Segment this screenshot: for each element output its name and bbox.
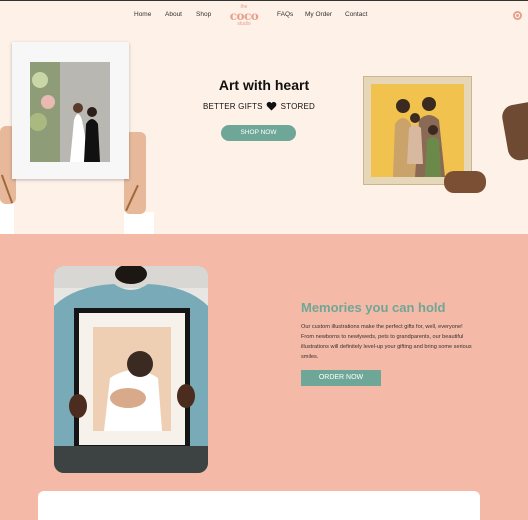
search-icon[interactable] xyxy=(513,11,522,20)
shop-now-button[interactable]: SHOP NOW xyxy=(221,125,296,141)
order-now-button[interactable]: ORDER NOW xyxy=(301,370,381,386)
hand xyxy=(444,171,486,193)
memories-description: Our custom illustrations make the perfec… xyxy=(301,324,472,360)
content-card xyxy=(38,491,480,520)
nav-shop[interactable]: Shop xyxy=(196,11,211,18)
main-nav: Home About Shop the coco studio FAQs My … xyxy=(0,0,528,34)
left-sleeve xyxy=(0,202,14,234)
nav-contact[interactable]: Contact xyxy=(345,11,367,18)
memories-section: Memories you can hold Our custom illustr… xyxy=(0,234,528,520)
right-sleeve xyxy=(124,212,154,234)
family-frame xyxy=(363,76,472,185)
memories-title: Memories you can hold xyxy=(301,300,446,315)
hero-section: Art with heart BETTER GIFTS STORED SHOP … xyxy=(0,34,528,234)
brand-logo[interactable]: the coco studio xyxy=(224,5,264,31)
nav-about[interactable]: About xyxy=(165,11,182,18)
nav-my-order[interactable]: My Order xyxy=(305,11,332,18)
nav-faqs[interactable]: FAQs xyxy=(277,11,293,18)
heart-icon xyxy=(266,101,277,113)
family-illustration xyxy=(371,84,464,177)
arm xyxy=(500,101,528,163)
nav-home[interactable]: Home xyxy=(134,11,151,18)
man-holding-portrait-photo xyxy=(54,266,208,473)
